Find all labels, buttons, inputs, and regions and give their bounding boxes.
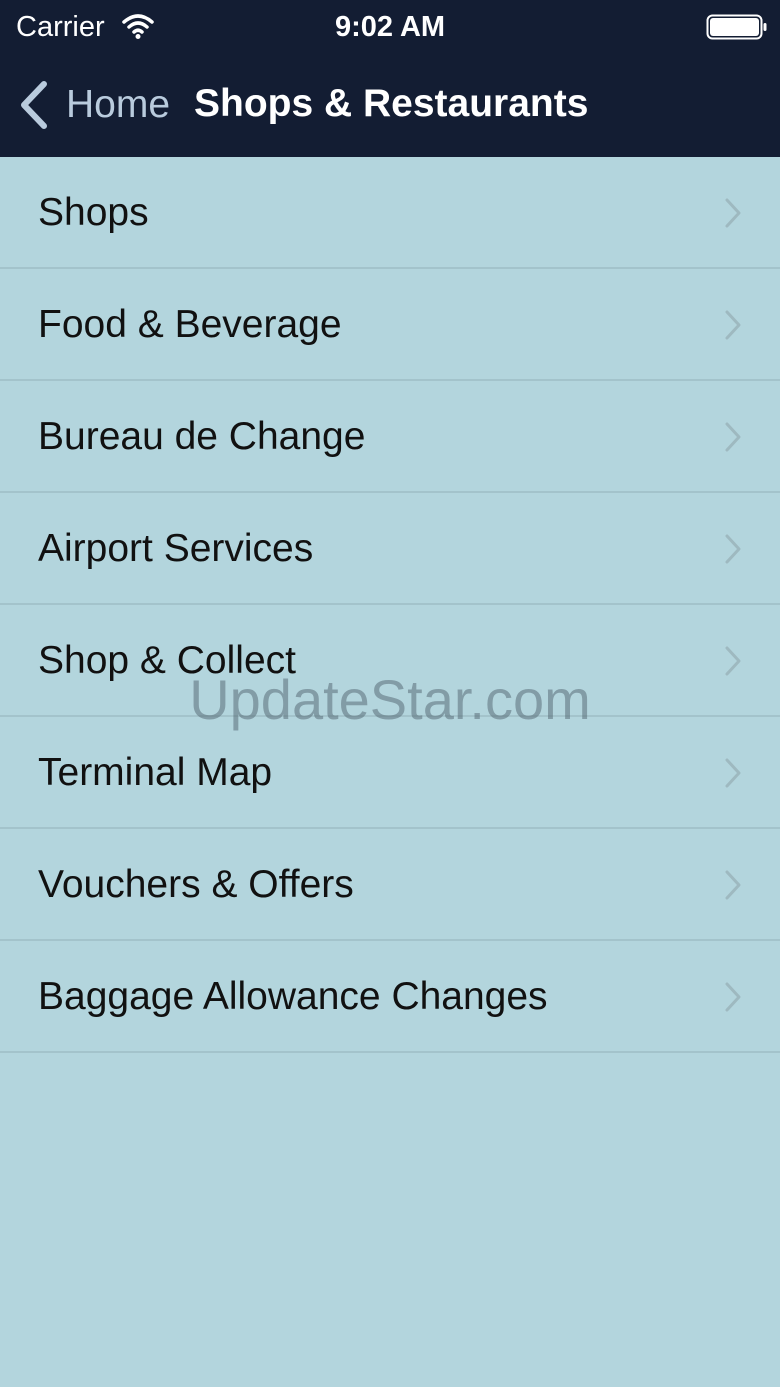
navigation-bar: Home Shops & Restaurants	[0, 54, 780, 157]
menu-item-label: Terminal Map	[38, 751, 273, 794]
menu-item-label: Baggage Allowance Changes	[38, 975, 548, 1018]
chevron-left-icon	[21, 81, 47, 129]
chevron-right-icon	[725, 534, 741, 564]
menu-item-label: Airport Services	[38, 527, 314, 570]
chevron-right-icon	[725, 758, 741, 788]
menu-item-food-beverage[interactable]: Food & Beverage	[0, 269, 780, 381]
menu-item-airport-services[interactable]: Airport Services	[0, 493, 780, 605]
chevron-right-icon	[725, 198, 741, 228]
menu-item-label: Vouchers & Offers	[38, 863, 354, 906]
menu-list: Shops Food & Beverage Bureau de Change A…	[0, 157, 780, 1053]
menu-item-bureau-de-change[interactable]: Bureau de Change	[0, 381, 780, 493]
menu-item-vouchers-offers[interactable]: Vouchers & Offers	[0, 829, 780, 941]
menu-item-shops[interactable]: Shops	[0, 157, 780, 269]
chevron-right-icon	[725, 646, 741, 676]
menu-item-shop-collect[interactable]: Shop & Collect	[0, 605, 780, 717]
menu-item-label: Food & Beverage	[38, 303, 342, 346]
chevron-right-icon	[725, 422, 741, 452]
battery-icon	[706, 14, 767, 40]
chevron-right-icon	[725, 982, 741, 1012]
back-button[interactable]: Home	[16, 74, 170, 136]
menu-item-terminal-map[interactable]: Terminal Map	[0, 717, 780, 829]
page-title: Shops & Restaurants	[194, 82, 589, 125]
menu-item-label: Shops	[38, 191, 149, 234]
menu-item-label: Bureau de Change	[38, 415, 366, 458]
menu-item-baggage-allowance-changes[interactable]: Baggage Allowance Changes	[0, 941, 780, 1053]
menu-item-label: Shop & Collect	[38, 639, 296, 682]
chevron-right-icon	[725, 310, 741, 340]
back-button-label: Home	[66, 83, 171, 126]
status-bar: Carrier 9:02 AM	[0, 0, 780, 54]
chevron-right-icon	[725, 870, 741, 900]
status-time: 9:02 AM	[334, 11, 446, 43]
